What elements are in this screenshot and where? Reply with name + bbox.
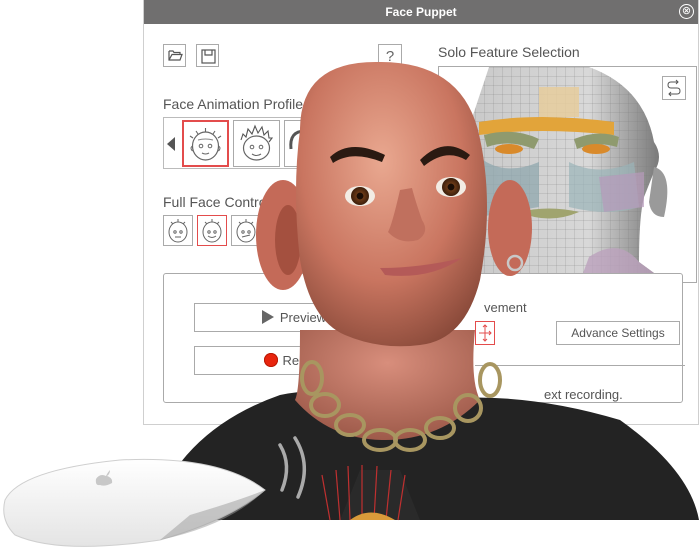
ffc-tile-grimace[interactable] [231,215,261,246]
ffc-tile-smile[interactable] [197,215,227,246]
full-face-control-label: Full Face Control: [163,194,274,210]
folder-open-icon [168,50,183,61]
record-icon [263,353,278,367]
smile-face-icon [202,219,222,243]
profile-tile-bald[interactable] [182,120,229,167]
wireframe-head-image [469,67,668,282]
record-button[interactable]: Record [194,346,394,375]
move-arrows-icon [479,324,492,342]
preview-label: Preview [279,310,327,325]
grimace-face-icon [236,219,256,243]
record-label: Record [282,353,325,368]
scroll-left-arrow-icon[interactable] [167,137,175,151]
hint-text: ext recording. [544,387,623,402]
close-icon[interactable]: ⊗ [679,4,694,19]
solo-feature-preview[interactable] [438,66,697,283]
bald-face-icon [189,128,222,161]
advance-settings-button[interactable]: Advance Settings [556,321,680,345]
movement-label: vement [484,300,527,315]
help-button[interactable]: ? [378,44,402,68]
solo-feature-selection-label: Solo Feature Selection [438,44,580,60]
swap-button[interactable] [662,76,686,100]
title-bar: Face Puppet ⊗ [144,0,698,24]
save-disk-icon [201,49,216,64]
hair-face-icon [289,129,306,150]
preview-button[interactable]: Preview [194,303,394,332]
profile-tile-hair[interactable] [284,120,322,167]
window-title: Face Puppet [385,5,457,19]
face-animation-profile-label: Face Animation Profile: [163,96,307,112]
divider [475,365,685,366]
profile-strip [163,117,323,169]
save-button[interactable] [196,44,219,67]
scroll-gesture-waves-icon [278,436,307,499]
play-icon [261,310,274,324]
ffc-tile-neutral[interactable] [163,215,193,246]
spiky-hair-face-icon [240,124,274,161]
move-button[interactable] [475,321,495,345]
face-puppet-window: Face Puppet ⊗ ? Face Animation Profile: [143,0,699,425]
swap-arrows-icon [667,79,681,97]
neutral-face-icon [168,219,188,243]
profile-tile-spiky[interactable] [233,120,280,167]
magic-mouse-image [3,458,266,547]
open-button[interactable] [163,44,186,67]
